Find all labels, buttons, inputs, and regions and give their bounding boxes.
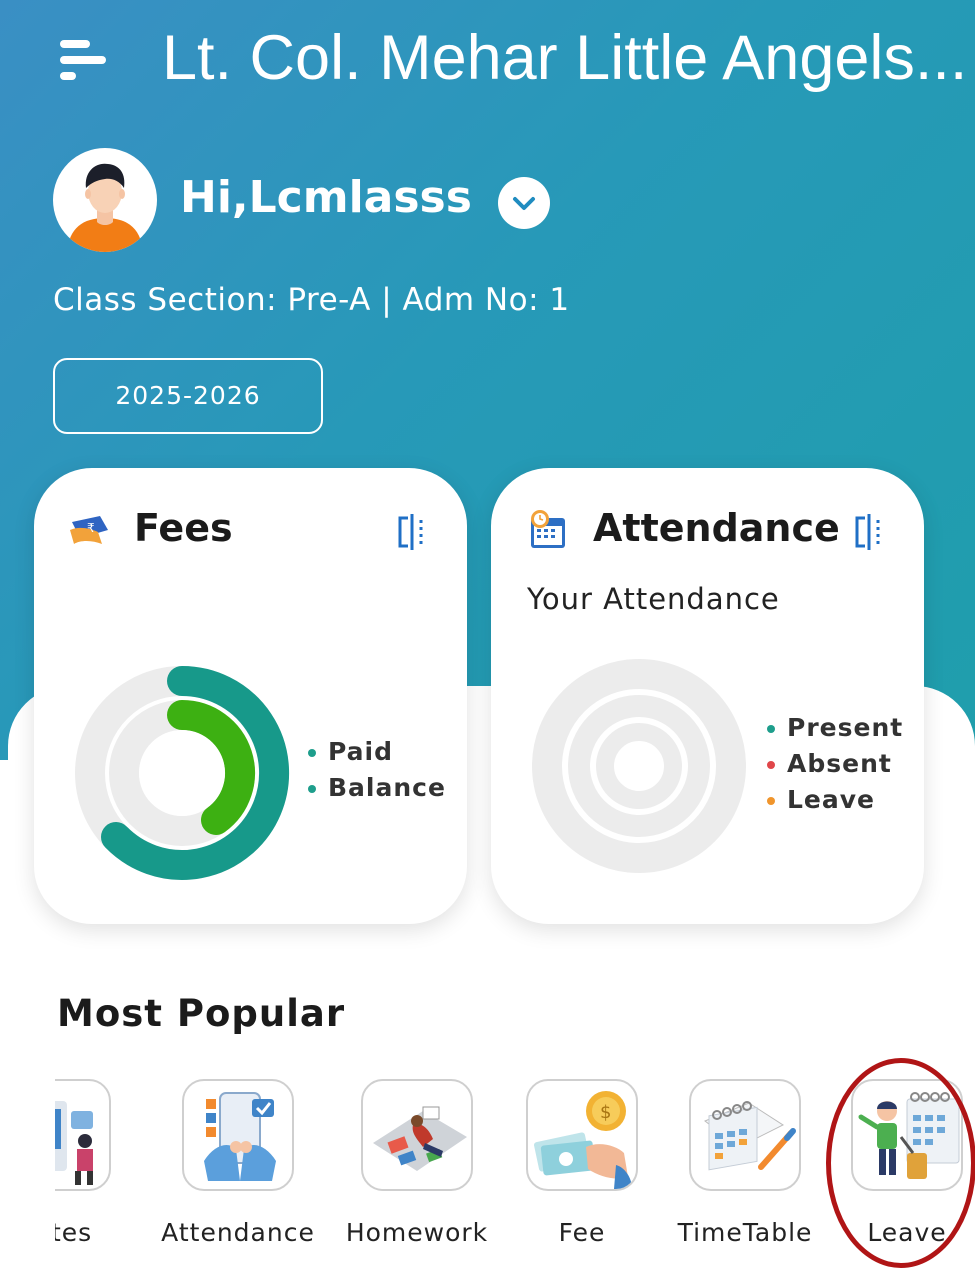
svg-text:$: $ (600, 1102, 611, 1123)
popular-item-timetable[interactable]: TimeTable (655, 1075, 835, 1265)
popular-item-label: Fee (558, 1218, 606, 1247)
avatar[interactable] (53, 148, 157, 252)
popular-item-fee[interactable]: $ Fee (492, 1075, 672, 1265)
rupee-note-icon: ₹ (70, 516, 108, 544)
popular-item-label: dates (55, 1218, 93, 1247)
attendance-legend: Present Absent Leave (767, 710, 903, 818)
profile-dropdown-button[interactable] (498, 177, 550, 229)
chevron-down-icon (513, 197, 535, 210)
most-popular-title: Most Popular (57, 992, 346, 1035)
popular-item-label: Homework (345, 1218, 489, 1247)
popular-item-attendance[interactable]: Attendance (148, 1075, 328, 1265)
legend-leave: Leave (767, 782, 903, 818)
fees-title: Fees (134, 506, 233, 550)
attendance-icon (182, 1079, 294, 1191)
session-selector-button[interactable]: 2025-2026 (53, 358, 323, 434)
hamburger-menu-icon[interactable] (60, 38, 110, 82)
fees-card[interactable]: ₹ Fees Paid Balance (34, 468, 467, 924)
attendance-title: Attendance (593, 506, 840, 550)
popular-item-label: Leave (867, 1218, 947, 1247)
calendar-clock-icon (531, 510, 565, 548)
most-popular-strip[interactable]: dates Attendance (55, 1075, 975, 1270)
legend-absent: Absent (767, 746, 903, 782)
top-app-bar: Lt. Col. Mehar Little Angels... (0, 0, 975, 120)
popular-item-updates[interactable]: dates (55, 1075, 145, 1265)
expand-icon[interactable] (396, 512, 430, 552)
homework-icon (361, 1079, 473, 1191)
expand-icon[interactable] (853, 512, 887, 552)
student-avatar-icon (67, 163, 143, 252)
updates-icon (55, 1079, 111, 1191)
attendance-subtitle: Your Attendance (527, 582, 780, 616)
legend-present: Present (767, 710, 903, 746)
legend-balance: Balance (308, 770, 446, 806)
attendance-card[interactable]: Attendance Your Attendance Present Absen… (491, 468, 924, 924)
timetable-icon (689, 1079, 801, 1191)
fee-icon: $ (526, 1079, 638, 1191)
popular-item-label: TimeTable (677, 1218, 813, 1247)
greeting-text: Hi,Lcmlasss (180, 172, 472, 223)
leave-icon (851, 1079, 963, 1191)
app-title: Lt. Col. Mehar Little Angels... (162, 23, 968, 93)
popular-item-leave[interactable]: Leave (817, 1075, 975, 1265)
class-info: Class Section: Pre-A | Adm No: 1 (53, 282, 570, 318)
popular-item-label: Attendance (161, 1218, 315, 1247)
legend-paid: Paid (308, 734, 446, 770)
fees-donut-chart (75, 666, 290, 880)
svg-text:₹: ₹ (87, 521, 95, 535)
attendance-rings-chart (532, 659, 746, 873)
fees-legend: Paid Balance (308, 734, 446, 806)
popular-item-homework[interactable]: Homework (327, 1075, 507, 1265)
